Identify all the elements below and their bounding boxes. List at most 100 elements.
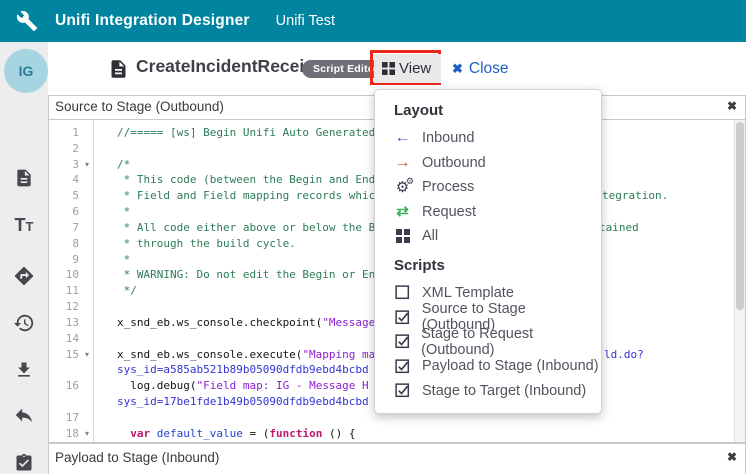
- panel-close-icon[interactable]: ✖: [727, 99, 737, 113]
- line-number: 4: [49, 172, 79, 188]
- close-button[interactable]: ✖ Close: [452, 42, 509, 95]
- line-number: 16: [49, 378, 79, 394]
- app-title: Unifi Integration Designer: [55, 12, 250, 30]
- arrow-left-icon: ←: [394, 130, 411, 146]
- scrollbar-thumb[interactable]: [736, 122, 744, 310]
- menu-item-inbound[interactable]: ←Inbound: [375, 126, 601, 151]
- line-number: 8: [49, 236, 79, 252]
- checkbox-checked-icon[interactable]: [394, 359, 411, 374]
- line-number: 15: [49, 347, 79, 363]
- line-number: 6: [49, 204, 79, 220]
- sidebar-tasks-icon[interactable]: [0, 448, 48, 474]
- code-segment-comment: * All code either above or below the Beg…: [117, 221, 402, 234]
- code-segment-comment: /*: [117, 158, 130, 171]
- menu-item-label: All: [422, 228, 438, 244]
- document-icon: [108, 57, 129, 81]
- sidebar-undo-icon[interactable]: [0, 400, 48, 430]
- swap-arrows-icon: ⇄: [394, 204, 411, 219]
- view-button-label: View: [399, 60, 431, 77]
- checkbox-checked-icon[interactable]: [394, 334, 410, 349]
- code-segment-string: "Field map: IG - Message H: [196, 379, 368, 392]
- menu-item-outbound[interactable]: →Outbound: [375, 151, 601, 176]
- code-segment-comment: tegration.: [602, 188, 668, 204]
- line-number: 10: [49, 267, 79, 283]
- sidebar-download-icon[interactable]: [0, 355, 48, 385]
- bottom-panel-title: Payload to Stage (Inbound): [55, 450, 219, 465]
- menu-item-label: Payload to Stage (Inbound): [422, 358, 599, 374]
- code-segment-link: sys_id=17be1fde1b49b05090dfdb9ebd4bcbd: [117, 395, 369, 408]
- page-title: CreateIncidentReceipt: [136, 56, 321, 77]
- code-segment-keyword: function: [269, 427, 322, 440]
- sidebar-text-format-icon[interactable]: TT: [0, 210, 48, 240]
- code-segment-comment: *: [117, 205, 130, 218]
- menu-item-label: XML Template: [422, 285, 514, 301]
- code-segment-string: "Mapping ma: [302, 348, 375, 361]
- code-segment-comment: tained: [599, 220, 639, 236]
- menu-item-payload-to-stage-inbound-[interactable]: Payload to Stage (Inbound): [375, 354, 601, 379]
- close-button-label: Close: [469, 60, 509, 78]
- line-number: 12: [49, 299, 79, 315]
- line-number: 3: [49, 157, 79, 173]
- scripts-section-header: Scripts: [375, 249, 601, 281]
- code-segment-code: [117, 427, 130, 440]
- line-number: 14: [49, 331, 79, 347]
- sidebar-history-icon[interactable]: [0, 308, 48, 338]
- checkbox-unchecked-icon[interactable]: [394, 285, 411, 300]
- menu-item-stage-to-request-outbound-[interactable]: Stage to Request (Outbound): [375, 330, 601, 355]
- code-segment-code: () {: [322, 427, 355, 440]
- layout-section-header: Layout: [375, 94, 601, 126]
- line-number: 13: [49, 315, 79, 331]
- fold-caret-icon[interactable]: ▾: [85, 157, 89, 173]
- line-number: 18: [49, 426, 79, 442]
- line-number: 1: [49, 125, 79, 141]
- line-number: 2: [49, 141, 79, 157]
- view-button[interactable]: View: [374, 54, 441, 83]
- menu-item-all[interactable]: All: [375, 224, 601, 249]
- close-x-icon: ✖: [452, 61, 463, 77]
- code-segment-comment: * WARNING: Do not edit the Begin or End: [117, 268, 382, 281]
- view-dropdown-menu: Layout ←Inbound→Outbound ⚙⚙ Process ⇄ Reques…: [374, 89, 602, 414]
- script-panel-payload-to-stage: Payload to Stage (Inbound) ✖: [48, 443, 746, 474]
- sidebar-document-icon[interactable]: [0, 163, 48, 193]
- menu-item-label: Stage to Target (Inbound): [422, 383, 586, 399]
- fold-caret-icon[interactable]: ▾: [85, 426, 89, 442]
- code-segment-comment: */: [117, 284, 137, 297]
- editor-scrollbar[interactable]: [734, 120, 745, 442]
- avatar[interactable]: IG: [4, 49, 48, 93]
- code-segment-code: x_snd_eb.ws_console.execute(: [117, 348, 302, 361]
- code-segment-code: [150, 427, 157, 440]
- code-segment-comment: * This code (between the Begin and End: [117, 173, 375, 186]
- menu-item-stage-to-target-inbound-[interactable]: Stage to Target (Inbound): [375, 379, 601, 404]
- code-line-18: 18 ▾ var default_value = (function () {: [49, 426, 735, 442]
- checkbox-checked-icon[interactable]: [394, 383, 411, 398]
- env-title[interactable]: Unifi Test: [276, 13, 335, 29]
- code-segment-keyword: var: [130, 427, 150, 440]
- menu-item-request[interactable]: ⇄ Request: [375, 200, 601, 225]
- code-segment-code: = (: [243, 427, 270, 440]
- menu-item-label: Process: [422, 179, 474, 195]
- code-segment-link: ld.do?: [604, 347, 644, 363]
- bottom-panel-close-icon[interactable]: ✖: [727, 450, 737, 464]
- line-number: 11: [49, 283, 79, 299]
- gears-icon: ⚙⚙: [394, 180, 411, 195]
- wrench-icon: [16, 10, 38, 32]
- menu-item-label: Stage to Request (Outbound): [421, 326, 601, 358]
- arrow-right-icon: →: [394, 155, 411, 171]
- line-number: 7: [49, 220, 79, 236]
- panel-title: Source to Stage (Outbound): [55, 99, 224, 114]
- top-navbar: Unifi Integration Designer Unifi Test: [0, 0, 746, 42]
- code-segment-def: default_value: [157, 427, 243, 440]
- grid-icon: [394, 229, 411, 243]
- line-number: 9: [49, 252, 79, 268]
- toolbar: CreateIncidentReceipt Script Editor View…: [48, 42, 746, 95]
- sidebar-directions-icon[interactable]: [0, 261, 48, 291]
- left-sidebar: TT: [0, 42, 48, 474]
- code-segment-code: log.debug(: [117, 379, 196, 392]
- line-number: 5: [49, 188, 79, 204]
- fold-caret-icon[interactable]: ▾: [85, 347, 89, 363]
- menu-item-process[interactable]: ⚙⚙ Process: [375, 175, 601, 200]
- app-window: Unifi Integration Designer Unifi Test TT…: [0, 0, 746, 474]
- menu-item-label: Request: [422, 204, 476, 220]
- checkbox-checked-icon[interactable]: [394, 310, 411, 325]
- code-segment-comment: //===== [ws] Begin Unifi Auto Generated: [117, 126, 375, 139]
